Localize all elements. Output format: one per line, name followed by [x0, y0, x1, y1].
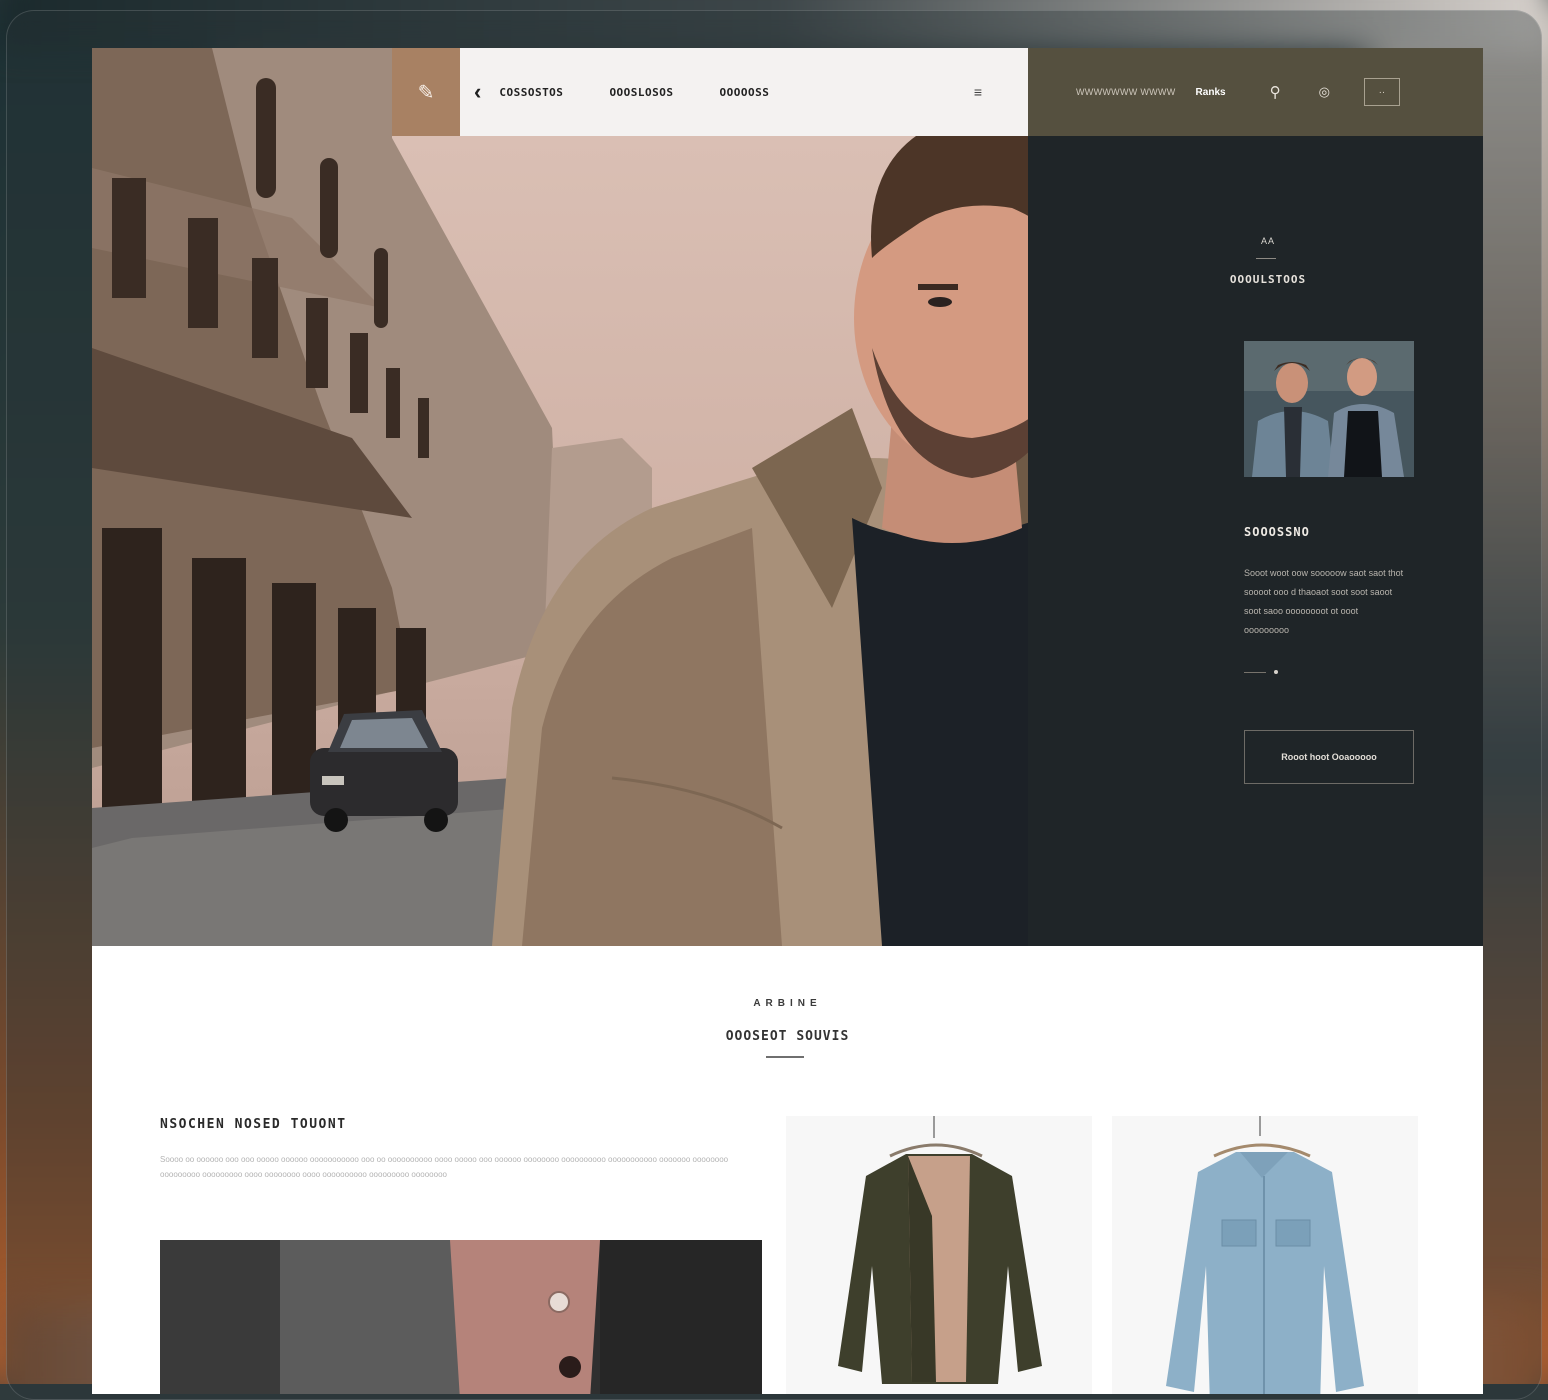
carousel-indicator[interactable]: [1244, 669, 1284, 677]
hero-side-panel: AA OOOULSTOOS SOOOSSNO Sooot woot oow so…: [1028, 136, 1483, 946]
brand-logo-icon[interactable]: ✎: [392, 48, 460, 136]
side-kicker: AA: [1260, 236, 1275, 246]
top-navigation-bar: ✎ ‹ COSSOSTOS OOOSLOSOS OOOOOSS ≡: [392, 48, 1028, 136]
menu-icon[interactable]: ≡: [974, 84, 982, 100]
section-title: OOOSEOT SOUVIS: [725, 1029, 850, 1044]
back-arrow-icon[interactable]: ‹: [474, 79, 481, 105]
feature-closeup-photo[interactable]: [160, 1240, 762, 1394]
web-page: ✎ ‹ COSSOSTOS OOOSLOSOS OOOOOSS ≡ WWWWWW…: [92, 48, 1483, 1394]
feature-title: NSOCHEN NOSED TOUONT: [160, 1117, 347, 1132]
cart-button[interactable]: ··: [1363, 78, 1400, 106]
nav-link-1[interactable]: COSSOSTOS: [499, 86, 563, 99]
nav-link-3[interactable]: OOOOOSS: [720, 86, 770, 99]
product-card-denim-shirt[interactable]: [1112, 1116, 1418, 1394]
account-link[interactable]: Ranks: [1196, 87, 1226, 98]
search-icon[interactable]: ⚲: [1270, 83, 1281, 101]
side-cta-button[interactable]: Rooot hoot Ooaooooo: [1244, 730, 1414, 784]
section-kicker: ARBINE: [753, 998, 822, 1009]
utility-bar: WWWWWWW WWWW Ranks ⚲ ◎ ··: [1028, 48, 1483, 136]
section-divider: [766, 1056, 804, 1058]
side-thumbnail[interactable]: [1244, 341, 1414, 477]
side-body-text: Sooot woot oow sooooow saot saot thot so…: [1244, 568, 1404, 635]
nav-link-2[interactable]: OOOSLOSOS: [609, 86, 673, 99]
promo-text[interactable]: WWWWWWW WWWW: [1076, 87, 1176, 97]
side-heading: SOOOSSNO: [1244, 525, 1310, 539]
side-divider: [1256, 258, 1276, 259]
hero-banner: ✎ ‹ COSSOSTOS OOOSLOSOS OOOOOSS ≡ WWWWWW…: [92, 48, 1483, 946]
feature-body-text: Soooo oo oooooo ooo ooo ooooo oooooo ooo…: [160, 1155, 729, 1179]
product-card-jacket[interactable]: [786, 1116, 1092, 1394]
device-frame: ✎ ‹ COSSOSTOS OOOSLOSOS OOOOOSS ≡ WWWWWW…: [6, 10, 1542, 1400]
side-title: OOOULSTOOS: [1229, 273, 1307, 286]
user-icon[interactable]: ◎: [1319, 84, 1330, 100]
